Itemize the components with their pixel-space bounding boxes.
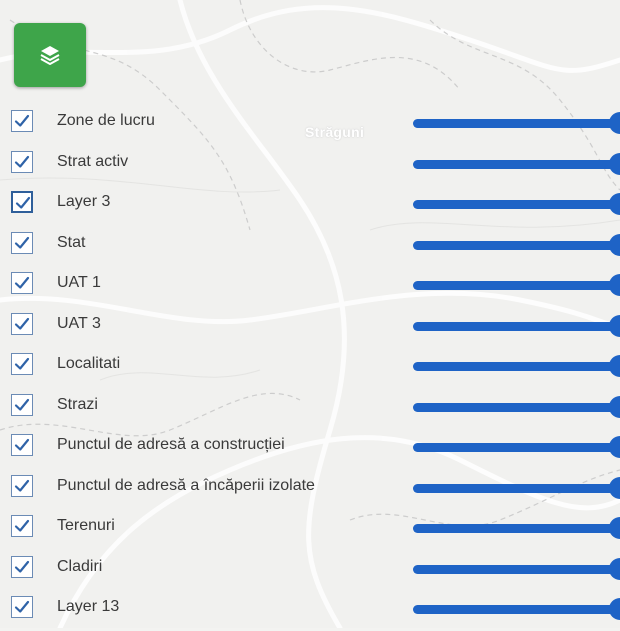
layer-label: Punctul de adresă a construcției [57, 436, 285, 453]
layer-label: Layer 3 [57, 193, 111, 210]
slider-thumb[interactable] [609, 112, 620, 134]
layer-opacity-slider[interactable] [413, 557, 620, 580]
slider-track [413, 240, 620, 250]
layer-opacity-slider[interactable] [413, 112, 620, 134]
layer-opacity-slider[interactable] [413, 193, 620, 215]
slider-track [413, 483, 620, 493]
layer-row: UAT 1 [0, 266, 620, 307]
slider-track [413, 362, 620, 371]
slider-track [413, 200, 620, 209]
layer-visibility-checkbox[interactable] [11, 110, 33, 132]
layer-visibility-checkbox[interactable] [11, 272, 33, 294]
layer-row: Stat [0, 226, 620, 267]
checkmark-icon [14, 600, 30, 613]
layer-row: UAT 3 [0, 307, 620, 348]
checkmark-icon [14, 479, 30, 492]
slider-track [413, 159, 620, 169]
layer-row: Layer 13 [0, 590, 620, 631]
checkmark-icon [14, 155, 30, 168]
layer-opacity-slider[interactable] [413, 152, 620, 175]
layer-visibility-checkbox[interactable] [11, 191, 33, 213]
layer-row: Cladiri [0, 550, 620, 591]
slider-track [413, 524, 620, 533]
slider-thumb[interactable] [609, 517, 620, 539]
layer-visibility-checkbox[interactable] [11, 596, 33, 618]
layer-row: Layer 3 [0, 185, 620, 226]
layer-list: Zone de lucru Strat activ Layer 3 Stat UAT 1… [0, 104, 620, 631]
slider-track [413, 443, 620, 452]
layer-visibility-checkbox[interactable] [11, 515, 33, 537]
layer-opacity-slider[interactable] [413, 314, 620, 337]
layer-row: Localitati [0, 347, 620, 388]
checkmark-icon [14, 236, 30, 249]
checkmark-icon [14, 438, 30, 451]
layer-visibility-checkbox[interactable] [11, 353, 33, 375]
checkmark-icon [14, 519, 30, 532]
layer-visibility-checkbox[interactable] [11, 393, 33, 416]
layer-visibility-checkbox[interactable] [11, 555, 33, 578]
slider-thumb[interactable] [609, 476, 620, 499]
layer-label: UAT 1 [57, 274, 101, 291]
slider-thumb[interactable] [609, 557, 620, 580]
layer-row: Strazi [0, 388, 620, 429]
layer-label: Punctul de adresă a încăperii izolate [57, 476, 315, 494]
layer-label: Cladiri [57, 557, 103, 575]
checkmark-icon [14, 560, 30, 573]
layer-opacity-slider[interactable] [413, 517, 620, 539]
slider-track [413, 402, 620, 412]
slider-thumb[interactable] [609, 193, 620, 215]
checkmark-icon [15, 196, 31, 209]
layer-row: Punctul de adresă a construcției [0, 428, 620, 469]
layer-opacity-slider[interactable] [413, 598, 620, 620]
layers-icon [40, 46, 60, 65]
slider-track [413, 281, 620, 290]
layer-visibility-checkbox[interactable] [11, 150, 33, 173]
slider-thumb[interactable] [609, 598, 620, 620]
layer-opacity-slider[interactable] [413, 476, 620, 499]
slider-thumb[interactable] [609, 274, 620, 296]
layer-label: Strat activ [57, 152, 129, 170]
slider-track [413, 321, 620, 331]
slider-thumb[interactable] [609, 152, 620, 175]
checkmark-icon [14, 398, 30, 411]
layer-label: Strazi [57, 395, 98, 413]
slider-track [413, 605, 620, 614]
layer-label: Localitati [57, 355, 121, 372]
layer-visibility-checkbox[interactable] [11, 434, 33, 456]
slider-track [413, 564, 620, 574]
layer-opacity-slider[interactable] [413, 274, 620, 296]
checkmark-icon [14, 114, 30, 127]
layer-label: Stat [57, 233, 86, 251]
slider-track [413, 119, 620, 128]
layers-toggle-button[interactable] [14, 23, 86, 87]
slider-thumb[interactable] [609, 233, 620, 256]
layer-label: Zone de lucru [57, 112, 155, 129]
checkmark-icon [14, 357, 30, 370]
layer-visibility-checkbox[interactable] [11, 231, 33, 254]
layer-opacity-slider[interactable] [413, 436, 620, 458]
layer-label: Terenuri [57, 517, 115, 534]
slider-thumb[interactable] [609, 395, 620, 418]
layer-visibility-checkbox[interactable] [11, 312, 33, 335]
checkmark-icon [14, 317, 30, 330]
layer-row: Terenuri [0, 509, 620, 550]
layer-opacity-slider[interactable] [413, 395, 620, 418]
slider-thumb[interactable] [609, 355, 620, 377]
layer-visibility-checkbox[interactable] [11, 474, 33, 497]
layer-opacity-slider[interactable] [413, 233, 620, 256]
layer-row: Zone de lucru [0, 104, 620, 145]
slider-thumb[interactable] [609, 314, 620, 337]
checkmark-icon [14, 276, 30, 289]
layer-label: Layer 13 [57, 598, 120, 615]
layer-opacity-slider[interactable] [413, 355, 620, 377]
layer-row: Strat activ [0, 145, 620, 186]
slider-thumb[interactable] [609, 436, 620, 458]
layer-label: UAT 3 [57, 314, 101, 332]
layer-row: Punctul de adresă a încăperii izolate [0, 469, 620, 510]
